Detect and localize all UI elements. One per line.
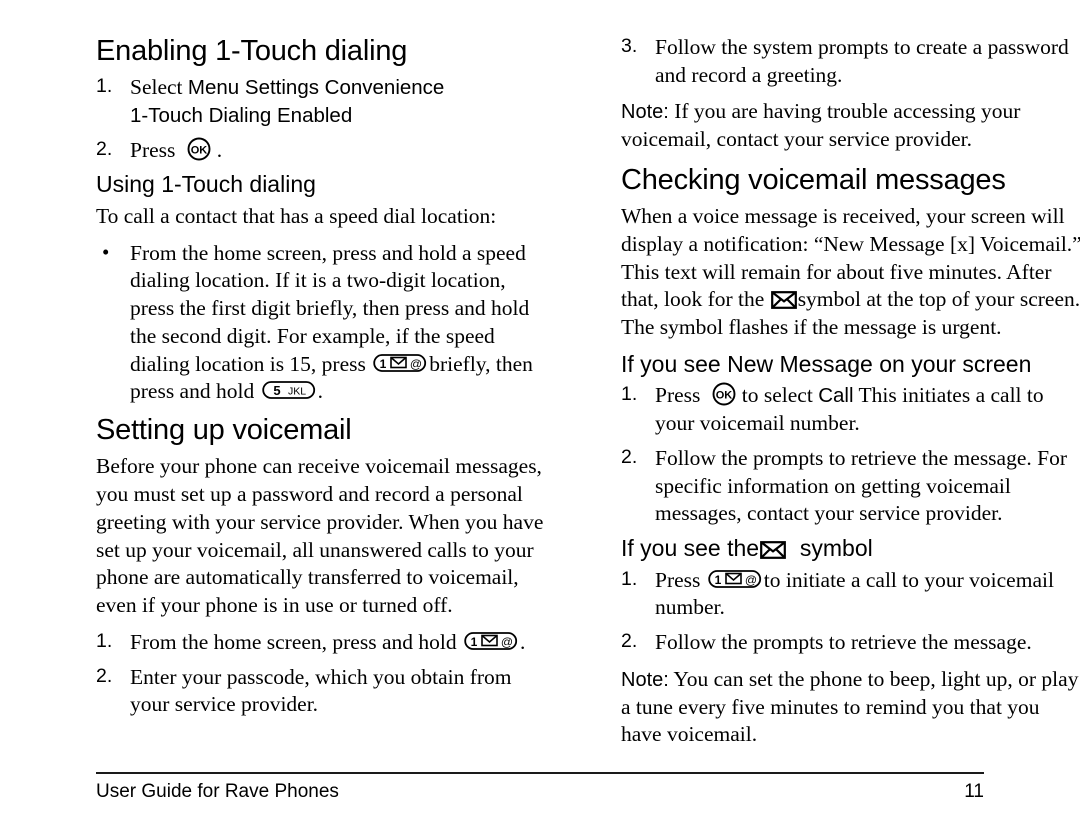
bullet-text: From the home screen, press and hold a s… [130, 241, 533, 404]
steps-setting-up-voicemail: 1. From the home screen, press and hold … [96, 629, 551, 719]
svg-text:@: @ [410, 357, 422, 371]
step-text-part-2: . [519, 629, 526, 654]
list-item: 3. Follow the system prompts to create a… [621, 34, 1080, 89]
svg-text:@: @ [501, 635, 513, 649]
steps-envelope-symbol: 1. Press 1 @ to initiate a call to your … [621, 567, 1080, 657]
step-trailing-punct: . [216, 137, 223, 162]
right-column: 3. Follow the system prompts to create a… [621, 34, 1080, 754]
svg-text:JKL: JKL [288, 386, 306, 398]
ui-label-call: Call [818, 384, 854, 408]
steps-setting-up-voicemail-continued: 3. Follow the system prompts to create a… [621, 34, 1080, 89]
list-item: 2. Follow the prompts to retrieve the me… [621, 445, 1080, 528]
svg-text:OK: OK [191, 144, 208, 156]
step-text-part-2: to select [741, 383, 813, 408]
footer-divider [96, 772, 984, 774]
steps-enabling-1-touch-dialing: 1. Select Menu Settings Convenience 1-To… [96, 74, 551, 164]
note-text: You can set the phone to beep, light up,… [621, 666, 1079, 747]
document-page: Enabling 1-Touch dialing 1. Select Menu … [0, 0, 1080, 839]
subheading-if-you-see-new-message: If you see New Message on your screen [621, 350, 1032, 377]
page-footer: User Guide for Rave Phones 11 [96, 772, 984, 803]
heading-setting-up-voicemail: Setting up voicemail [96, 414, 352, 447]
step-text: From the home screen, press and hold 1 @ [130, 630, 525, 654]
list-item: 1. Press OK to select Call This initiate… [621, 382, 1080, 437]
bullet-marker: • [102, 239, 110, 264]
paragraph-setting-up-voicemail: Before your phone can receive voicemail … [96, 454, 544, 618]
subheading-part-1: If you see the [621, 535, 760, 562]
list-item: • From the home screen, press and hold a… [96, 240, 551, 406]
ok-key-icon: OK [183, 137, 215, 161]
step-text: Follow the prompts to retrieve the messa… [655, 445, 1068, 526]
step-text-part-1: Press [655, 567, 701, 592]
step-text: Follow the prompts to retrieve the messa… [655, 630, 1032, 655]
step-number: 3. [621, 35, 638, 57]
note-voicemail-trouble: Note: If you are having trouble accessin… [621, 98, 1080, 154]
step-text: Enter your passcode, which you obtain fr… [130, 664, 512, 717]
step-text: Press 1 @ to initiate a call to your voi… [655, 568, 1054, 620]
step-text: Press OK . [130, 137, 223, 162]
footer-page-number: 11 [964, 781, 984, 802]
one-key-icon: 1 @ [373, 351, 427, 375]
list-item: 1. Select Menu Settings Convenience 1-To… [96, 74, 551, 129]
list-item: 2. Enter your passcode, which you obtain… [96, 664, 551, 719]
paragraph-checking-voicemail: When a voice message is received, your s… [621, 203, 1080, 342]
note-voicemail-reminder: Note: You can set the phone to beep, lig… [621, 666, 1080, 749]
step-text-part-1: Press [655, 383, 701, 408]
note-label: Note: [621, 668, 669, 691]
step-number: 2. [96, 664, 113, 687]
five-key-icon: 5 JKL [261, 378, 316, 402]
heading-enabling-1-touch-dialing: Enabling 1-Touch dialing [96, 35, 408, 67]
one-key-icon: 1 @ [708, 567, 762, 591]
footer-guide-title: User Guide for Rave Phones [96, 781, 339, 802]
two-column-layout: Enabling 1-Touch dialing 1. Select Menu … [96, 34, 1080, 754]
step-number: 1. [621, 383, 638, 406]
bullet-text-part-3: . [317, 379, 323, 404]
ui-path-line-1: Menu Settings Convenience [187, 76, 445, 100]
step-lead-word: Press [130, 137, 176, 162]
ok-key-icon: OK [708, 382, 740, 406]
subheading-if-you-see-envelope-symbol: If you see the symbol [621, 535, 1080, 563]
one-key-icon: 1 @ [464, 629, 518, 653]
step-number: 2. [96, 137, 113, 160]
note-text: If you are having trouble accessing your… [621, 99, 1021, 152]
ui-path-line-2: 1-Touch Dialing Enabled [130, 103, 353, 127]
bullets-speed-dial: • From the home screen, press and hold a… [96, 240, 551, 406]
step-text-part-1: From the home screen, press and hold [130, 629, 457, 654]
svg-text:5: 5 [273, 383, 280, 398]
step-number: 1. [621, 567, 638, 590]
step-text: Select Menu Settings Convenience 1-Touch… [130, 75, 444, 127]
step-number: 1. [96, 629, 113, 652]
steps-new-message: 1. Press OK to select Call This initiate… [621, 382, 1080, 528]
step-number: 2. [621, 445, 638, 468]
envelope-icon [770, 291, 797, 310]
svg-text:OK: OK [716, 390, 733, 402]
list-item: 1. From the home screen, press and hold … [96, 629, 551, 657]
envelope-icon [760, 541, 786, 560]
footer-row: User Guide for Rave Phones 11 [96, 781, 984, 803]
list-item: 1. Press 1 @ to initiate a call to your … [621, 567, 1080, 622]
step-text: Follow the system prompts to create a pa… [655, 35, 1069, 87]
step-lead-word: Select [130, 75, 183, 100]
left-column: Enabling 1-Touch dialing 1. Select Menu … [96, 34, 551, 754]
note-label: Note: [621, 101, 669, 124]
step-number: 1. [96, 75, 113, 98]
svg-text:1: 1 [471, 635, 478, 649]
svg-text:1: 1 [714, 573, 721, 587]
step-number: 2. [621, 630, 638, 653]
heading-checking-voicemail-messages: Checking voicemail messages [621, 164, 1006, 196]
subheading-using-1-touch-dialing: Using 1-Touch dialing [96, 171, 316, 198]
svg-text:1: 1 [380, 357, 387, 371]
intro-speed-dial: To call a contact that has a speed dial … [96, 204, 497, 229]
list-item: 2. Follow the prompts to retrieve the me… [621, 629, 1080, 657]
subheading-part-2: symbol [799, 535, 873, 562]
list-item: 2. Press OK . [96, 137, 551, 165]
step-text: Press OK to select Call This initiates a… [655, 383, 1044, 435]
svg-text:@: @ [745, 573, 757, 587]
